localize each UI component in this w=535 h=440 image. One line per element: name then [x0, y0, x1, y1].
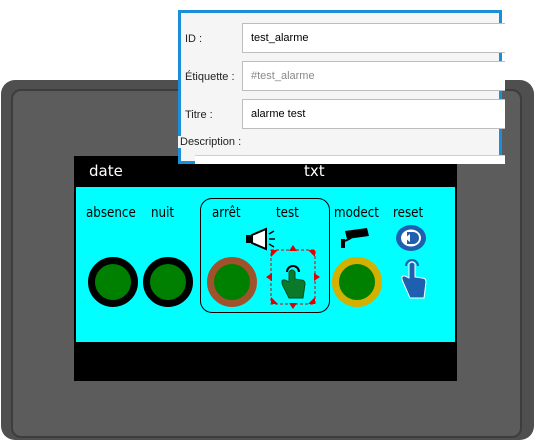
- reset-label: reset: [393, 205, 424, 221]
- absence-label: absence: [86, 205, 136, 221]
- titre-label: Titre :: [185, 109, 213, 121]
- description-field[interactable]: [195, 155, 505, 164]
- arret-indicator[interactable]: [207, 257, 257, 307]
- etiquette-field[interactable]: #test_alarme: [242, 61, 505, 91]
- camera-icon: [341, 228, 369, 248]
- txt-label: txt: [304, 162, 325, 180]
- description-label: Description :: [178, 136, 244, 148]
- reset-icon: [396, 225, 426, 251]
- control-panel: absence nuit arrêt test modect reset: [76, 187, 455, 342]
- modect-label: modect: [334, 205, 379, 221]
- date-label: date: [89, 162, 123, 180]
- id-field[interactable]: test_alarme: [242, 23, 505, 53]
- hmi-screen: date txt absence nuit arrêt test modect …: [74, 156, 457, 381]
- nuit-label: nuit: [151, 205, 175, 221]
- selection-handles-icon: [266, 245, 320, 309]
- absence-indicator[interactable]: [88, 257, 138, 307]
- titre-field[interactable]: alarme test: [242, 99, 505, 129]
- nuit-indicator[interactable]: [143, 257, 193, 307]
- id-label: ID :: [185, 33, 203, 45]
- modect-indicator[interactable]: [332, 257, 382, 307]
- test-button[interactable]: [265, 242, 321, 310]
- reset-button[interactable]: [398, 252, 430, 304]
- etiquette-label: Étiquette :: [185, 71, 235, 83]
